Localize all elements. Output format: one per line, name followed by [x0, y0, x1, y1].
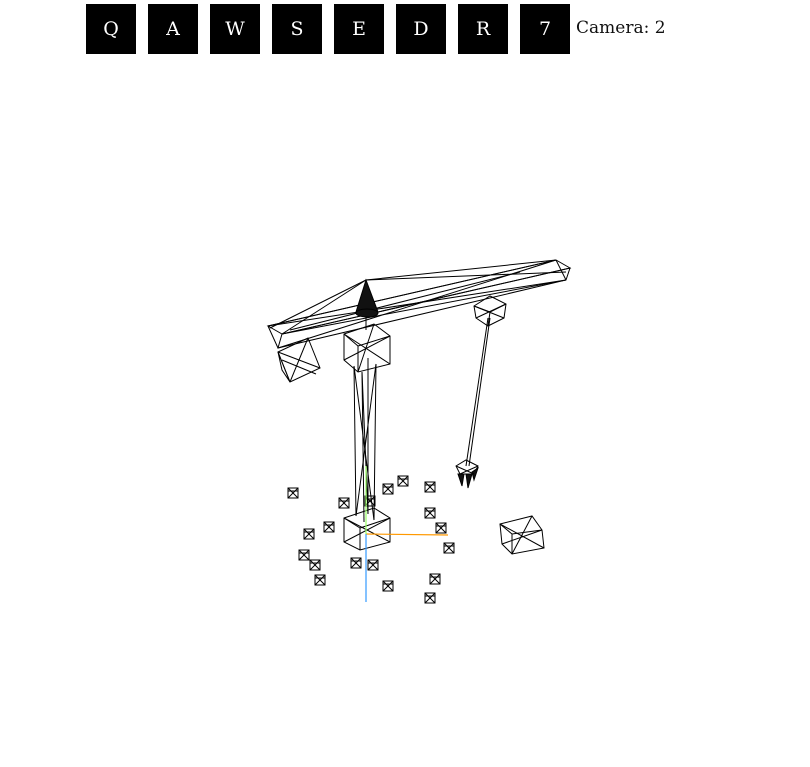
small-cube [309, 559, 321, 571]
small-cube [443, 542, 455, 554]
small-cube [382, 580, 394, 592]
key-s-button[interactable]: S [272, 4, 322, 54]
key-7-button[interactable]: 7 [520, 4, 570, 54]
small-cube [382, 483, 394, 495]
hoist-cables [465, 317, 491, 467]
axis-x-line [365, 533, 449, 536]
small-cube [424, 507, 436, 519]
small-cube [303, 528, 315, 540]
key-a-button[interactable]: A [148, 4, 198, 54]
crane-viewer: QAWSEDR7 Camera: 2 [0, 0, 810, 767]
camera-readout: Camera: 2 [576, 18, 666, 38]
key-toolbar: QAWSEDR7 [86, 4, 582, 54]
small-cube [435, 522, 447, 534]
small-cube [350, 557, 362, 569]
key-d-button[interactable]: D [396, 4, 446, 54]
crane-cab-box [343, 323, 391, 373]
small-cube [397, 475, 409, 487]
tower-base-box [343, 507, 391, 551]
small-cube [424, 481, 436, 493]
key-w-button[interactable]: W [210, 4, 260, 54]
key-r-button[interactable]: R [458, 4, 508, 54]
hook-grapple [455, 459, 479, 489]
small-cube [314, 574, 326, 586]
small-cube [367, 559, 379, 571]
small-cube [338, 497, 350, 509]
large-crate-box [499, 515, 545, 555]
key-q-button[interactable]: Q [86, 4, 136, 54]
counterweight-box [277, 337, 321, 383]
small-cube [429, 573, 441, 585]
key-e-button[interactable]: E [334, 4, 384, 54]
small-cube [424, 592, 436, 604]
small-cube [287, 487, 299, 499]
crane-apex-cone [355, 278, 379, 318]
3d-viewport[interactable] [0, 0, 810, 767]
small-cube [298, 549, 310, 561]
small-cube [323, 521, 335, 533]
